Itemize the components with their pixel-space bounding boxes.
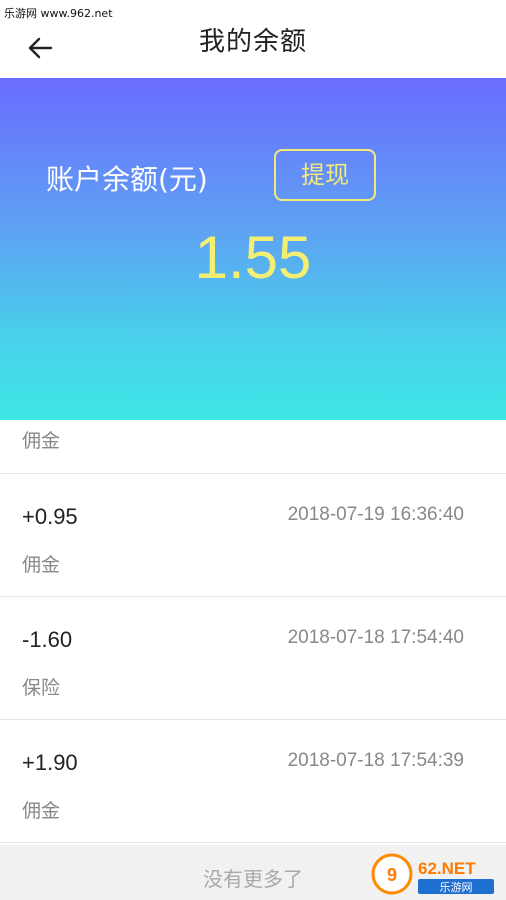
balance-amount: 1.55 [194,224,312,291]
transaction-amount: -1.60 [22,627,73,652]
transaction-type: 佣金 [22,430,61,452]
transaction-list: 佣金 +0.95 2018-07-19 16:36:40 佣金 -1.60 20… [0,420,506,843]
withdraw-button[interactable]: 提现 [274,149,376,201]
status-bar: 乐游网 www.962.net [0,0,506,26]
list-item[interactable]: -1.60 2018-07-18 17:54:40 保险 [0,597,506,720]
watermark-text: 乐游网 www.962.net [4,7,113,20]
top-nav-bar: 我的余额 [0,26,506,78]
svg-text:62.NET: 62.NET [418,859,476,878]
svg-text:乐游网: 乐游网 [440,881,473,894]
list-item[interactable]: 佣金 [0,420,506,474]
site-logo: 9 62.NET 乐游网 [371,853,494,895]
transaction-time: 2018-07-18 17:54:40 [287,627,464,648]
svg-text:9: 9 [387,865,397,885]
list-item[interactable]: +0.95 2018-07-19 16:36:40 佣金 [0,474,506,597]
transaction-time: 2018-07-19 16:36:40 [287,504,464,525]
page-title: 我的余额 [198,27,307,57]
transaction-type: 佣金 [22,800,61,822]
balance-header: 账户余额(元) 提现 1.55 [0,78,506,420]
balance-label: 账户余额(元) [46,163,208,196]
list-item[interactable]: +1.90 2018-07-18 17:54:39 佣金 [0,720,506,843]
transaction-amount: +1.90 [22,750,78,775]
transaction-time: 2018-07-18 17:54:39 [287,750,464,771]
transaction-amount: +0.95 [22,504,78,529]
transaction-type: 保险 [22,677,61,699]
transaction-type: 佣金 [22,554,61,576]
